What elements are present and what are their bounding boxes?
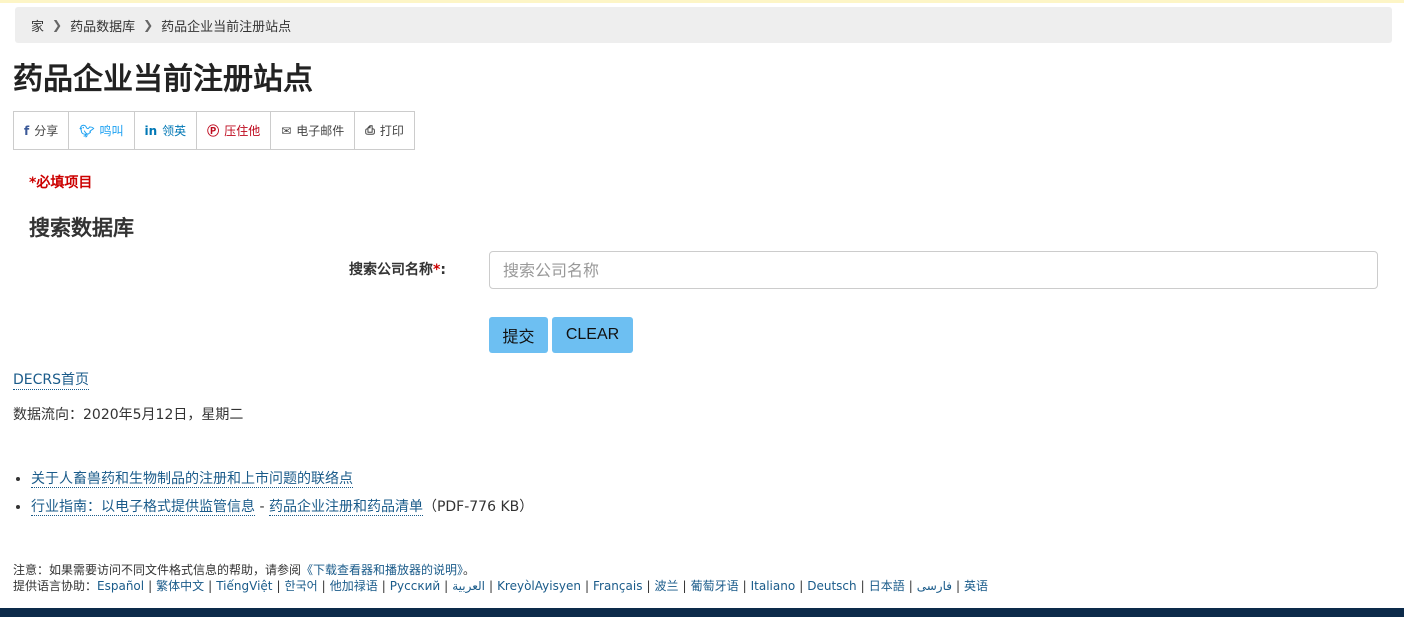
language-link[interactable]: Русский [390, 579, 440, 593]
breadcrumb-home[interactable]: 家 [31, 16, 44, 35]
language-link[interactable]: TiếngViệt [216, 579, 272, 593]
facebook-icon: f [24, 123, 30, 138]
pdf-size-text: （PDF-776 KB） [422, 499, 534, 515]
resource-list: 关于人畜兽药和生物制品的注册和上市问题的联络点 行业指南：以电子格式提供监管信息… [13, 470, 533, 526]
footer-bar [0, 608, 1404, 617]
list-item: 关于人畜兽药和生物制品的注册和上市问题的联络点 [31, 470, 533, 489]
clear-button[interactable]: CLEAR [552, 317, 633, 353]
drug-registration-listing-link[interactable]: 药品企业注册和药品清单 [268, 499, 423, 516]
language-link[interactable]: 葡萄牙语 [691, 579, 739, 593]
language-separator: | [860, 579, 865, 593]
language-link[interactable]: Italiano [751, 579, 796, 593]
chevron-right-icon: ❯ [143, 18, 154, 32]
share-pinterest-label: 压住他 [224, 124, 261, 138]
language-link[interactable]: 波兰 [655, 579, 679, 593]
label-colon: : [440, 262, 446, 278]
language-link[interactable]: KreyòlAyisyen [497, 579, 581, 593]
language-separator: | [799, 579, 804, 593]
pinterest-icon: Ⓟ [207, 124, 220, 138]
language-link[interactable]: 英语 [964, 579, 988, 593]
language-separator: | [276, 579, 281, 593]
language-link[interactable]: فارسی [917, 579, 952, 593]
chevron-right-icon: ❯ [52, 18, 63, 32]
language-separator: | [148, 579, 153, 593]
language-link[interactable]: العربية [452, 579, 485, 593]
language-prefix: 提供语言协助： [13, 579, 98, 593]
language-separator: | [956, 579, 961, 593]
share-facebook-button[interactable]: f 分享 [14, 112, 70, 149]
printer-icon: ⎙ [365, 123, 375, 137]
company-name-search-input[interactable] [489, 251, 1378, 289]
data-date-text: 数据流向：2020年5月12日，星期二 [13, 407, 244, 423]
linkedin-icon: in [144, 123, 158, 138]
twitter-icon: 🐦︎ [79, 123, 95, 138]
decrs-home-link[interactable]: DECRS首页 [13, 369, 90, 390]
print-button[interactable]: ⎙ 打印 [355, 112, 414, 149]
language-separator: | [646, 579, 651, 593]
share-pinterest-button[interactable]: Ⓟ 压住他 [197, 112, 272, 149]
share-facebook-label: 分享 [34, 124, 59, 138]
viewer-instructions-link[interactable]: 《下载查看器和播放器的说明》 [301, 563, 463, 577]
breadcrumb: 家 ❯ 药品数据库 ❯ 药品企业当前注册站点 [15, 7, 1392, 43]
language-links: Español | 繁体中文 | TiếngViệt | 한국어 | 他加禄语 | Русский |… [97, 579, 988, 593]
note-prefix: 注意：如果需要访问不同文件格式信息的帮助，请参阅 [13, 563, 302, 577]
share-linkedin-button[interactable]: in 领英 [135, 112, 198, 149]
language-link[interactable]: 他加禄语 [330, 579, 378, 593]
share-linkedin-label: 领英 [162, 124, 187, 138]
dash-separator: - [255, 499, 269, 515]
contact-point-link[interactable]: 关于人畜兽药和生物制品的注册和上市问题的联络点 [31, 471, 353, 488]
share-toolbar: f 分享 🐦︎ 鸣叫 in 领英 Ⓟ 压住他 ✉ 电子邮件 ⎙ 打印 [13, 111, 415, 150]
file-format-note: 注意：如果需要访问不同文件格式信息的帮助，请参阅《下载查看器和播放器的说明》。 [13, 561, 475, 578]
company-name-label-text: 搜索公司名称 [349, 262, 433, 278]
language-link[interactable]: Deutsch [807, 579, 856, 593]
language-link[interactable]: 繁体中文 [156, 579, 204, 593]
search-heading: 搜索数据库 [29, 216, 134, 240]
share-twitter-button[interactable]: 🐦︎ 鸣叫 [69, 112, 135, 149]
top-accent-line [0, 0, 1404, 3]
submit-button[interactable]: 提交 [489, 317, 548, 353]
breadcrumb-current: 药品企业当前注册站点 [161, 19, 292, 35]
envelope-icon: ✉ [281, 123, 292, 138]
list-item: 行业指南：以电子格式提供监管信息 - 药品企业注册和药品清单（PDF-776 K… [31, 498, 533, 517]
page-title: 药品企业当前注册站点 [13, 62, 313, 97]
company-name-label: 搜索公司名称*: [349, 259, 446, 279]
language-separator: | [381, 579, 386, 593]
language-separator: | [742, 579, 747, 593]
language-separator: | [444, 579, 449, 593]
language-separator: | [908, 579, 913, 593]
language-separator: | [584, 579, 589, 593]
language-link[interactable]: 日本語 [869, 579, 905, 593]
language-link[interactable]: 한국어 [285, 579, 318, 593]
language-separator: | [208, 579, 213, 593]
share-twitter-label: 鸣叫 [99, 124, 124, 138]
language-assistance: 提供语言协助：Español | 繁体中文 | TiếngViệt | 한국어 | 他加禄语 | Р… [13, 577, 988, 594]
note-suffix: 。 [463, 563, 476, 577]
language-separator: | [489, 579, 494, 593]
industry-guidance-link[interactable]: 行业指南：以电子格式提供监管信息 [31, 499, 255, 516]
language-link[interactable]: Español [97, 579, 144, 593]
breadcrumb-database[interactable]: 药品数据库 [70, 16, 135, 35]
language-link[interactable]: Français [593, 579, 642, 593]
required-fields-note: *必填项目 [29, 175, 93, 191]
share-email-button[interactable]: ✉ 电子邮件 [271, 112, 356, 149]
print-label: 打印 [379, 124, 404, 138]
language-separator: | [682, 579, 687, 593]
share-email-label: 电子邮件 [296, 124, 345, 138]
language-separator: | [321, 579, 326, 593]
